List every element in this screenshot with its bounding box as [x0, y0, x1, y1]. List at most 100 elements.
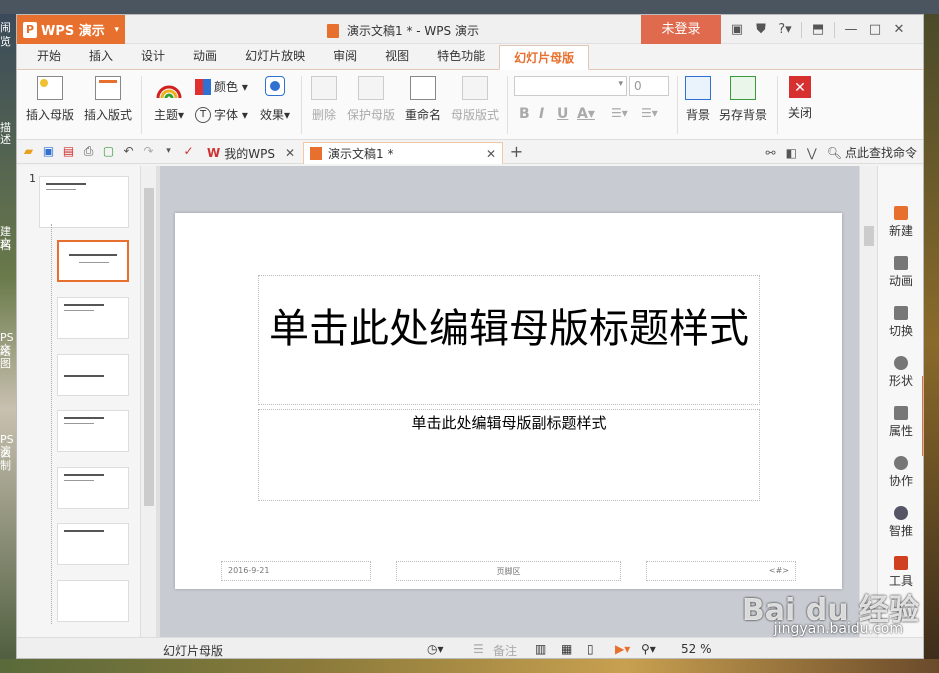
help-icon[interactable]: ?▾ — [773, 22, 797, 37]
normal-view-icon[interactable]: ▥ — [535, 642, 546, 656]
layout-thumbnail[interactable] — [57, 580, 129, 622]
quick-access-bar: ▰ ▣ ▤ ⎙ ▢ ↶ ↷ ▾ ✓ W 我的WPS ✕ 演示文稿1 * ✕ + … — [17, 140, 923, 164]
layout-thumbnail[interactable] — [57, 354, 129, 396]
close-master-button[interactable]: ✕ 关闭 — [783, 76, 817, 121]
bold-button[interactable]: B — [519, 106, 530, 122]
background-button[interactable]: 背景 — [683, 76, 713, 123]
master-layout-button[interactable]: 母版版式 — [449, 76, 501, 123]
close-tab-icon[interactable]: ✕ — [486, 147, 496, 161]
sorter-view-icon[interactable]: ▦ — [561, 642, 572, 656]
rename-button[interactable]: 重命名 — [401, 76, 445, 123]
tab-start[interactable]: 开始 — [23, 44, 75, 69]
tab-presentation1[interactable]: 演示文稿1 * ✕ — [303, 142, 503, 164]
tab-special[interactable]: 特色功能 — [423, 44, 499, 69]
insert-master-button[interactable]: 插入母版 — [23, 76, 77, 123]
slide-number-placeholder[interactable]: <#> — [646, 561, 796, 581]
protect-master-button[interactable]: 保护母版 — [345, 76, 397, 123]
zoom-level[interactable]: 52 % — [681, 642, 712, 656]
delete-button[interactable]: 删除 — [307, 76, 341, 123]
login-button[interactable]: 未登录 — [641, 15, 721, 44]
open-folder-icon[interactable]: ▰ — [21, 144, 36, 159]
tab-design[interactable]: 设计 — [127, 44, 179, 69]
print-icon[interactable]: ⎙ — [81, 144, 96, 159]
close-tab-icon[interactable]: ✕ — [285, 146, 295, 160]
italic-button[interactable]: I — [539, 106, 544, 122]
save-icon[interactable]: ▣ — [41, 144, 56, 159]
side-smart-button[interactable]: 智推 — [878, 506, 923, 539]
print-preview-icon[interactable]: ▢ — [101, 144, 116, 159]
underline-button[interactable]: U — [557, 106, 568, 122]
color-dropdown[interactable]: 颜色 ▾ — [195, 78, 248, 95]
tab-animation[interactable]: 动画 — [179, 44, 231, 69]
master-thumbnail[interactable] — [39, 176, 129, 228]
save-background-button[interactable]: 另存背景 — [717, 76, 769, 123]
thumbnail-scrollbar[interactable] — [140, 166, 156, 637]
notes-button[interactable]: 备注 — [493, 642, 517, 658]
side-shape-label: 形状 — [888, 374, 913, 388]
scrollbar-thumb[interactable] — [864, 226, 874, 246]
font-name-select[interactable] — [514, 76, 627, 96]
layout-thumbnail[interactable] — [57, 523, 129, 565]
footer-placeholder[interactable]: 页脚区 — [396, 561, 621, 581]
title-placeholder[interactable]: 单击此处编辑母版标题样式 — [258, 275, 760, 405]
tab-view[interactable]: 视图 — [371, 44, 423, 69]
reading-view-icon[interactable]: ▯ — [587, 642, 594, 656]
theme-button[interactable]: 主题▾ — [149, 76, 189, 123]
redo-icon[interactable]: ↷ — [141, 144, 156, 159]
numbered-list-icon[interactable]: ☰▾ — [641, 106, 658, 120]
share-icon[interactable]: ◧ — [786, 146, 797, 160]
notes-icon[interactable]: ☰ — [473, 642, 484, 656]
shirt-icon[interactable]: ⛊ — [749, 22, 773, 37]
close-icon[interactable]: ✕ — [887, 22, 911, 37]
minimize-icon[interactable]: — — [839, 22, 863, 37]
date-placeholder[interactable]: 2016-9-21 — [221, 561, 371, 581]
wps-w-icon: W — [207, 146, 221, 160]
side-properties-button[interactable]: 属性 — [878, 406, 923, 439]
wps-menu-button[interactable]: P WPS 演示 ▾ — [17, 15, 125, 44]
side-shape-button[interactable]: 形状 — [878, 356, 923, 389]
side-new-button[interactable]: 新建 — [878, 206, 923, 239]
side-pane-collapse-handle[interactable] — [922, 376, 923, 456]
layout-thumbnail[interactable] — [57, 410, 129, 452]
scrollbar-thumb[interactable] — [144, 188, 154, 506]
location-icon[interactable]: ⚲▾ — [641, 642, 656, 656]
skin-icon[interactable]: ▣ — [725, 22, 749, 37]
tab-review[interactable]: 审阅 — [319, 44, 371, 69]
layout-thumbnail[interactable] — [57, 297, 129, 339]
master-layout-label: 母版版式 — [450, 108, 499, 122]
layout-thumbnail[interactable] — [57, 467, 129, 509]
tab-slide-master[interactable]: 幻灯片母版 — [499, 45, 590, 70]
layout-thumbnail[interactable] — [57, 240, 129, 282]
side-collab-button[interactable]: 协作 — [878, 456, 923, 489]
more-icon[interactable]: ⋁ — [807, 146, 817, 160]
effect-text: 效果 — [259, 108, 284, 122]
bullet-list-icon[interactable]: ☰▾ — [611, 106, 628, 120]
play-slideshow-icon[interactable]: ▶▾ — [615, 642, 630, 656]
canvas-scrollbar[interactable] — [859, 166, 877, 637]
divider — [141, 76, 142, 134]
side-transition-button[interactable]: 切换 — [878, 306, 923, 339]
history-icon[interactable]: ◷▾ — [427, 642, 444, 656]
side-animation-button[interactable]: 动画 — [878, 256, 923, 289]
tab-my-wps[interactable]: W 我的WPS ✕ — [201, 142, 301, 164]
side-smart-label: 智推 — [888, 524, 913, 538]
maximize-icon[interactable]: □ — [863, 22, 887, 37]
insert-layout-button[interactable]: 插入版式 — [81, 76, 135, 123]
tab-insert[interactable]: 插入 — [75, 44, 127, 69]
font-scheme-dropdown[interactable]: T 字体 ▾ — [195, 106, 248, 123]
font-color-button[interactable]: A▾ — [577, 106, 595, 122]
desktop-icon-label: 档 — [0, 240, 11, 252]
restore-ribbon-icon[interactable]: ⬒ — [806, 22, 830, 37]
subtitle-placeholder[interactable]: 单击此处编辑母版副标题样式 — [258, 409, 760, 501]
pin-icon[interactable]: ✓ — [181, 144, 196, 159]
undo-icon[interactable]: ↶ — [121, 144, 136, 159]
effect-button[interactable]: 效果▾ — [257, 76, 293, 122]
export-pdf-icon[interactable]: ▤ — [61, 144, 76, 159]
caret-down-icon[interactable]: ▾ — [161, 144, 176, 159]
search-command[interactable]: 点此查找命令 — [845, 144, 917, 161]
search-icon[interactable]: 🔍︎ — [827, 146, 842, 160]
tab-slideshow[interactable]: 幻灯片放映 — [231, 44, 319, 69]
font-size-select[interactable]: 0 — [629, 76, 669, 96]
collapse-icon[interactable]: ⚯ — [766, 146, 776, 160]
new-tab-icon[interactable]: + — [509, 144, 524, 160]
